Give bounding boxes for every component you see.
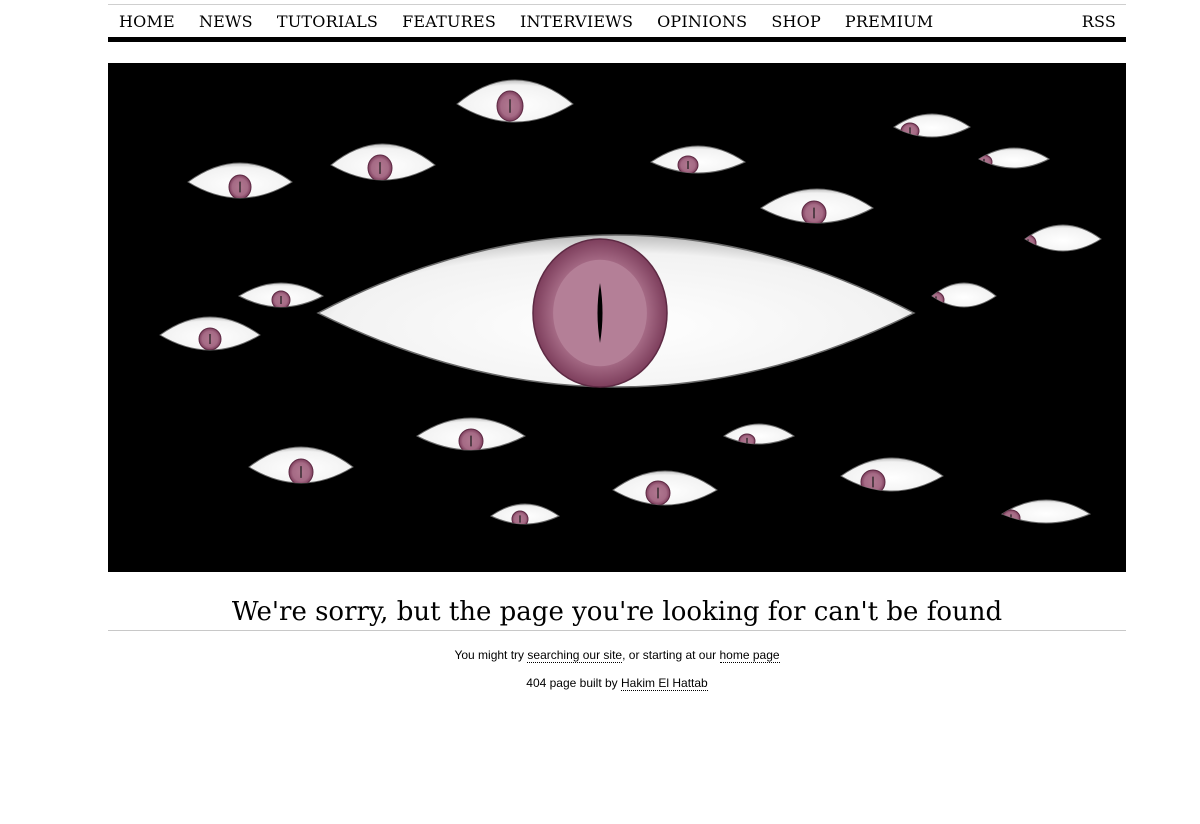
nav-premium[interactable]: PREMIUM <box>845 12 933 31</box>
nav-news[interactable]: NEWS <box>199 12 253 31</box>
eye-5 <box>977 147 1051 169</box>
credit-text: 404 page built by Hakim El Hattab <box>108 676 1126 691</box>
credit-prefix: 404 page built by <box>526 676 622 690</box>
nav-features[interactable]: FEATURES <box>402 12 496 31</box>
eye-4 <box>893 113 971 138</box>
eye-3 <box>649 145 747 174</box>
nav-opinions[interactable]: OPINIONS <box>657 12 747 31</box>
eye-15 <box>612 470 718 506</box>
giant-eye <box>316 234 916 388</box>
nav-interviews[interactable]: INTERVIEWS <box>520 12 633 31</box>
nav-tutorials[interactable]: TUTORIALS <box>277 12 378 31</box>
suggestion-middle: , or starting at our <box>622 648 720 662</box>
nav-rss[interactable]: RSS <box>1082 12 1116 31</box>
eyes-illustration <box>108 63 1126 572</box>
nav-shop[interactable]: SHOP <box>771 12 821 31</box>
suggestion-text: You might try searching our site, or sta… <box>108 648 1126 663</box>
eye-8 <box>237 282 325 308</box>
eye-10 <box>159 316 261 351</box>
error-heading: We're sorry, but the page you're looking… <box>231 597 1003 627</box>
nav-home[interactable]: HOME <box>119 12 175 31</box>
eye-14 <box>840 457 944 492</box>
suggestion-prefix: You might try <box>454 648 528 662</box>
eye-11 <box>416 417 526 451</box>
eye-13 <box>248 446 354 484</box>
eye-2 <box>330 143 436 181</box>
eye-7 <box>1024 224 1102 252</box>
search-site-link[interactable]: searching our site <box>527 648 623 663</box>
eye-17 <box>1000 499 1092 524</box>
heading-divider <box>108 630 1126 631</box>
eye-16 <box>490 503 560 525</box>
eye-1 <box>187 162 293 199</box>
eye-6 <box>760 188 874 224</box>
main-navigation: HOME NEWS TUTORIALS FEATURES INTERVIEWS … <box>108 5 1126 37</box>
eye-12 <box>722 423 796 445</box>
eyes-illustration-svg <box>159 79 1102 525</box>
home-page-link[interactable]: home page <box>719 648 780 663</box>
eye-9 <box>931 282 997 308</box>
eye-0 <box>456 79 574 123</box>
author-link[interactable]: Hakim El Hattab <box>621 676 708 691</box>
nav-underline <box>108 37 1126 42</box>
